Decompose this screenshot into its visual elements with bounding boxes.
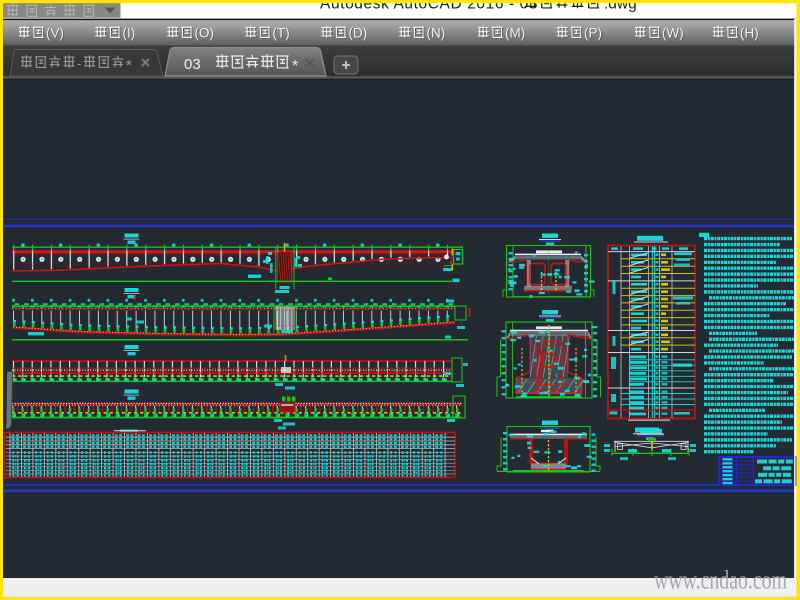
svg-text:(I): (I) bbox=[123, 26, 136, 41]
svg-text:(T): (T) bbox=[273, 26, 290, 41]
svg-text:(N): (N) bbox=[427, 26, 446, 41]
svg-text:(P): (P) bbox=[584, 26, 602, 41]
svg-text:(M): (M) bbox=[505, 26, 525, 41]
svg-text:(H): (H) bbox=[740, 26, 759, 41]
svg-text:www.cndao.com: www.cndao.com bbox=[654, 566, 787, 595]
svg-text:(W): (W) bbox=[662, 26, 684, 41]
svg-text:(O): (O) bbox=[195, 26, 215, 41]
svg-text:*: * bbox=[126, 57, 132, 74]
svg-text:(V): (V) bbox=[46, 26, 64, 41]
svg-text:*: * bbox=[292, 58, 298, 75]
svg-text:03: 03 bbox=[184, 56, 201, 73]
svg-text:-: - bbox=[77, 56, 81, 71]
svg-text:(D): (D) bbox=[349, 26, 368, 41]
